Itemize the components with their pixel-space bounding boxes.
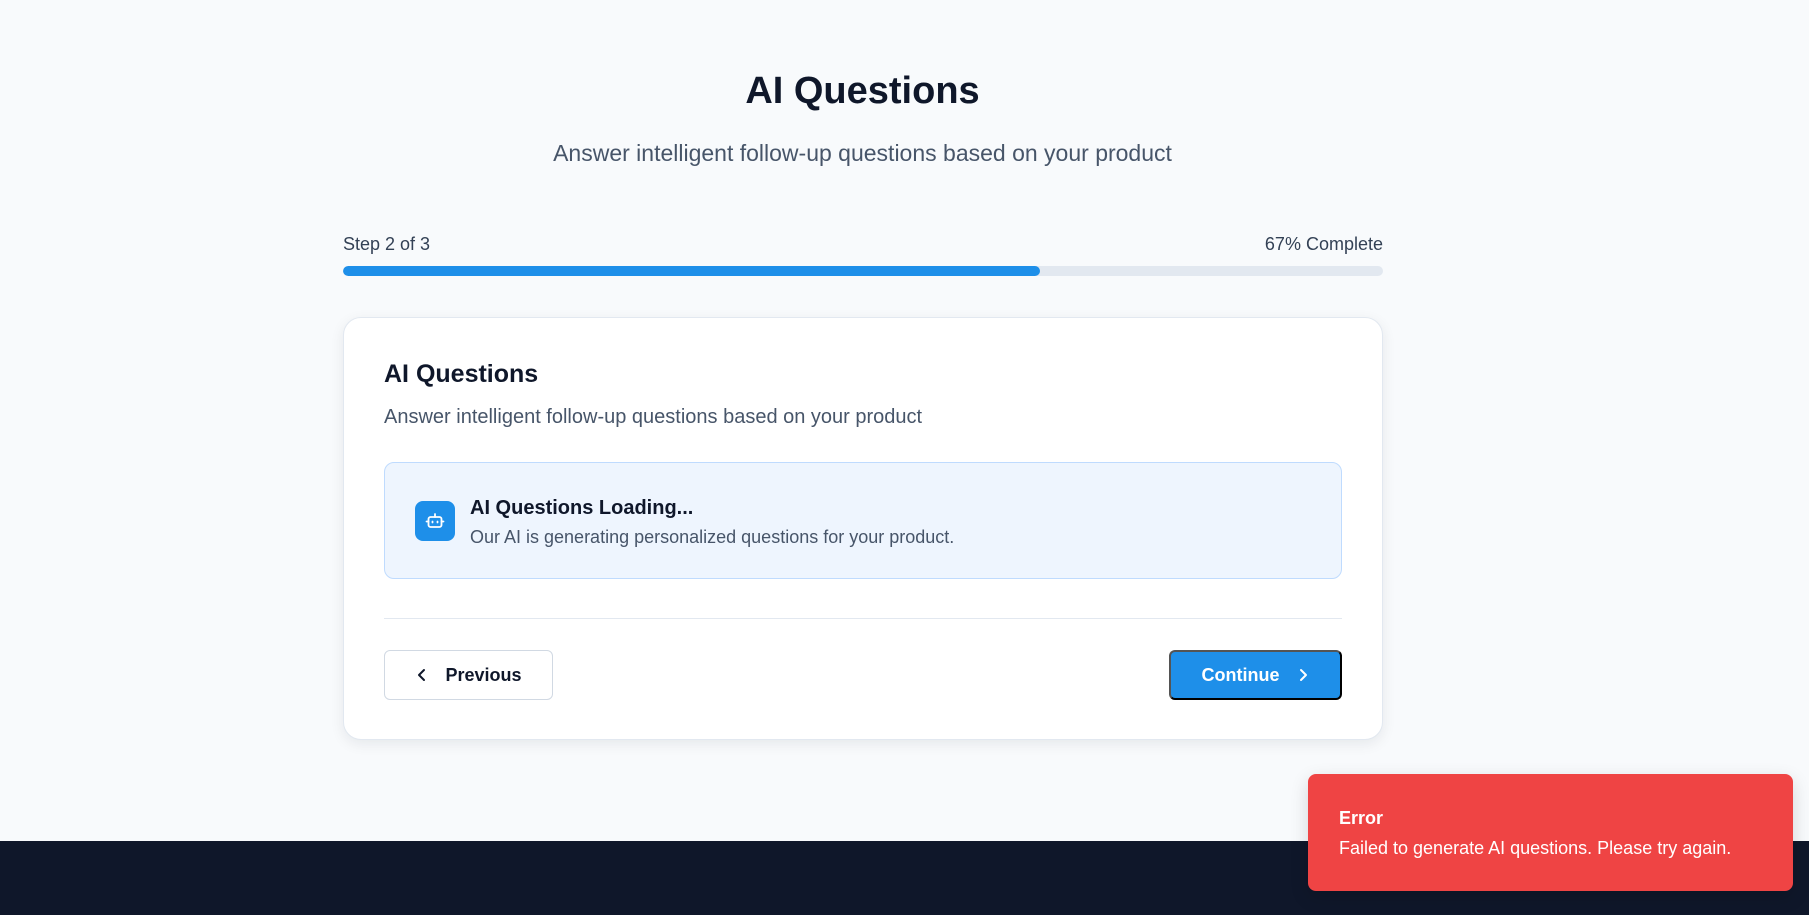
page-title: AI Questions — [745, 70, 980, 112]
chevron-right-icon — [1296, 668, 1310, 682]
chevron-left-icon — [415, 668, 429, 682]
loading-message: Our AI is generating personalized questi… — [470, 527, 955, 547]
progress-labels: Step 2 of 3 67% Complete — [343, 234, 1383, 255]
step-label: Step 2 of 3 — [343, 234, 431, 254]
continue-button-label: Continue — [1201, 664, 1280, 685]
card-title: AI Questions — [384, 360, 539, 388]
previous-button[interactable]: Previous — [384, 650, 553, 700]
card-subtitle: Answer intelligent follow-up questions b… — [384, 406, 923, 428]
page-subtitle: Answer intelligent follow-up questions b… — [553, 140, 1172, 166]
percent-complete-label: 67% Complete — [1264, 234, 1383, 254]
previous-button-label: Previous — [445, 664, 522, 685]
toast-title: Error — [1339, 808, 1384, 828]
page: AI Questions Answer intelligent follow-u… — [0, 0, 1809, 915]
divider — [384, 618, 1342, 619]
error-toast[interactable]: Error Failed to generate AI questions. P… — [1308, 774, 1793, 891]
bot-icon — [415, 501, 455, 541]
loading-title: AI Questions Loading... — [470, 497, 694, 519]
progress-bar-fill — [343, 266, 1040, 276]
questions-card: AI Questions Answer intelligent follow-u… — [343, 317, 1383, 740]
continue-button[interactable]: Continue — [1169, 650, 1342, 700]
toast-message: Failed to generate AI questions. Please … — [1339, 838, 1732, 858]
loading-panel: AI Questions Loading... Our AI is genera… — [384, 462, 1342, 579]
progress-bar — [343, 266, 1383, 276]
